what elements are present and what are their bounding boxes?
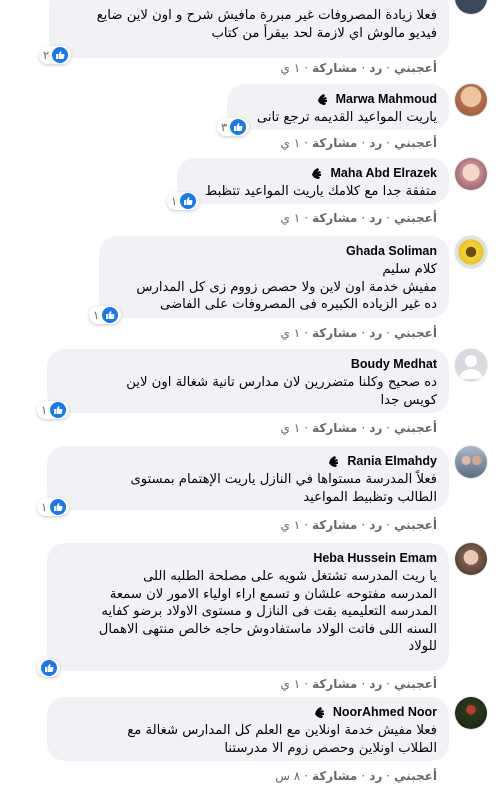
reaction-count[interactable]: ٣: [217, 118, 250, 136]
avatar[interactable]: [455, 543, 487, 575]
timestamp[interactable]: ١ ي: [281, 677, 301, 691]
reply-link[interactable]: رد: [369, 136, 382, 150]
commenter-name[interactable]: Heba Hussein Emam: [313, 551, 437, 565]
like-icon: [41, 660, 57, 676]
comment-text: كلام سليم مفيش خدمة اون لاين ولا حصص زوو…: [136, 262, 437, 313]
top-fan-badge-icon: [314, 707, 324, 718]
comment-bubble: Rania Elmahdy فعلاً المدرسة مستواها في ا…: [37, 446, 449, 516]
like-link[interactable]: أعجبني: [394, 421, 437, 435]
comment-bubble: Ghada Soliman كلام سليم مفيش خدمة اون لا…: [89, 236, 449, 324]
like-link[interactable]: أعجبني: [394, 211, 437, 225]
share-link[interactable]: مشاركة: [312, 326, 357, 340]
top-fan-badge-icon: [317, 94, 327, 105]
reaction-count[interactable]: ١: [37, 498, 70, 516]
comment-bubble: Maha Abd Elrazek متفقة جدا مع كلامك ياري…: [167, 158, 449, 210]
reaction-count[interactable]: ٢: [39, 46, 72, 64]
timestamp[interactable]: ١ ي: [281, 61, 301, 75]
comment-actions: أعجبني · رد · مشاركة · ١ ي: [280, 326, 437, 340]
top-fan-badge-icon: [312, 168, 322, 179]
share-link[interactable]: مشاركة: [312, 61, 357, 75]
comment-text: فعلاً المدرسة مستواها في النازل ياريت ال…: [130, 472, 437, 505]
reaction-count[interactable]: ١: [167, 192, 200, 210]
comment-bubble: Heba Hussein Emam يا ريت المدرسه تشتغل ش…: [37, 543, 449, 677]
reply-link[interactable]: رد: [369, 421, 382, 435]
share-link[interactable]: مشاركة: [312, 136, 357, 150]
comment-actions: أعجبني · رد · مشاركة · ٨ س: [275, 769, 437, 783]
avatar[interactable]: [455, 236, 487, 268]
comment-text: فعلا زيادة المصروفات غير مبررة مافيش شرح…: [96, 8, 437, 41]
share-link[interactable]: مشاركة: [312, 769, 357, 783]
top-fan-badge-icon: [329, 456, 339, 467]
commenter-name[interactable]: Maha Abd Elrazek: [330, 166, 437, 180]
timestamp[interactable]: ١ ي: [281, 518, 301, 532]
comment-text: يا ريت المدرسه تشتغل شويه على مصلحة الطل…: [98, 569, 437, 655]
comment-actions: أعجبني · رد · مشاركة · ١ ي: [280, 211, 437, 225]
reaction-count[interactable]: ١: [89, 306, 122, 324]
avatar[interactable]: [455, 349, 487, 381]
commenter-name[interactable]: NoorAhmed Noor: [333, 705, 437, 719]
reply-link[interactable]: رد: [369, 211, 382, 225]
timestamp[interactable]: ١ ي: [281, 211, 301, 225]
reply-link[interactable]: رد: [369, 61, 382, 75]
like-icon: [102, 307, 119, 323]
comment-bubble: Boudy Medhat ده صحيح وكلنا متضررين لان م…: [37, 349, 449, 419]
comment-bubble: Marwa Mahmoud ياريت المواعيد القديمه ترج…: [217, 84, 449, 136]
timestamp[interactable]: ١ ي: [281, 421, 301, 435]
share-link[interactable]: مشاركة: [312, 518, 357, 532]
commenter-name[interactable]: Rania Elmahdy: [347, 454, 437, 468]
like-icon: [52, 47, 69, 63]
reply-link[interactable]: رد: [369, 326, 382, 340]
commenter-name[interactable]: Ghada Soliman: [346, 244, 437, 258]
comment-actions: أعجبني · رد · مشاركة · ١ ي: [280, 677, 437, 691]
like-icon: [180, 193, 197, 209]
default-avatar-icon: [459, 355, 483, 379]
reaction-count[interactable]: ١: [37, 401, 70, 419]
like-icon: [50, 402, 67, 418]
avatar[interactable]: [455, 84, 487, 116]
share-link[interactable]: مشاركة: [312, 677, 357, 691]
comment-text: ياريت المواعيد القديمه ترجع تانى: [256, 110, 437, 125]
like-link[interactable]: أعجبني: [394, 677, 437, 691]
timestamp[interactable]: ١ ي: [281, 136, 301, 150]
timestamp[interactable]: ١ ي: [281, 326, 301, 340]
share-link[interactable]: مشاركة: [312, 211, 357, 225]
like-link[interactable]: أعجبني: [394, 326, 437, 340]
comment-actions: أعجبني · رد · مشاركة · ١ ي: [280, 421, 437, 435]
comment-text: فعلا مفيش خدمة اونلاين مع العلم كل المدا…: [127, 723, 437, 756]
like-link[interactable]: أعجبني: [394, 769, 437, 783]
comment-text: ده صحيح وكلنا متضررين لان مدارس تانية شغ…: [126, 375, 437, 408]
reaction-count[interactable]: [37, 659, 60, 677]
avatar[interactable]: [455, 158, 487, 190]
reply-link[interactable]: رد: [369, 518, 382, 532]
comment-actions: أعجبني · رد · مشاركة · ١ ي: [280, 61, 437, 75]
like-link[interactable]: أعجبني: [394, 61, 437, 75]
commenter-name[interactable]: Boudy Medhat: [351, 357, 437, 371]
comment-bubble: فعلا زيادة المصروفات غير مبررة مافيش شرح…: [39, 0, 449, 64]
share-link[interactable]: مشاركة: [312, 421, 357, 435]
comment-bubble: NoorAhmed Noor فعلا مفيش خدمة اونلاين مع…: [47, 697, 449, 761]
comment-actions: أعجبني · رد · مشاركة · ١ ي: [280, 518, 437, 532]
commenter-name[interactable]: Marwa Mahmoud: [336, 92, 437, 106]
like-icon: [230, 119, 247, 135]
avatar[interactable]: [455, 446, 487, 478]
comment-text: متفقة جدا مع كلامك ياريت المواعيد تتظبط: [205, 184, 437, 199]
like-link[interactable]: أعجبني: [394, 518, 437, 532]
avatar[interactable]: [455, 0, 487, 14]
avatar[interactable]: [455, 697, 487, 729]
reply-link[interactable]: رد: [369, 677, 382, 691]
like-icon: [50, 499, 67, 515]
comment-actions: أعجبني · رد · مشاركة · ١ ي: [280, 136, 437, 150]
timestamp[interactable]: ٨ س: [275, 769, 300, 783]
reply-link[interactable]: رد: [369, 769, 382, 783]
like-link[interactable]: أعجبني: [394, 136, 437, 150]
